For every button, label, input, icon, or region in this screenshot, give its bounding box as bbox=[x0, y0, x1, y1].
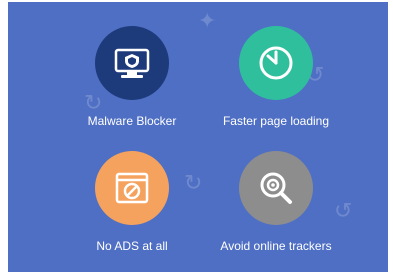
screenshot-frame: ✦ ↻ ↺ ↻ ↺ Malware Blocker Faster page lo… bbox=[0, 0, 393, 276]
feature-label: Faster page loading bbox=[222, 114, 330, 128]
features-panel: ✦ ↻ ↺ ↻ ↺ Malware Blocker Faster page lo… bbox=[8, 2, 388, 272]
magnifier-icon bbox=[239, 151, 313, 225]
monitor-shield-icon bbox=[95, 26, 169, 100]
no-ads-icon bbox=[95, 151, 169, 225]
feature-label: Avoid online trackers bbox=[220, 239, 332, 253]
feature-label: No ADS at all bbox=[96, 239, 168, 253]
clock-icon bbox=[239, 26, 313, 100]
feature-no-ads: No ADS at all bbox=[62, 151, 202, 271]
feature-faster-page-loading: Faster page loading bbox=[206, 26, 346, 146]
feature-malware-blocker: Malware Blocker bbox=[62, 26, 202, 146]
feature-label: Malware Blocker bbox=[87, 114, 177, 128]
feature-avoid-online-trackers: Avoid online trackers bbox=[206, 151, 346, 271]
